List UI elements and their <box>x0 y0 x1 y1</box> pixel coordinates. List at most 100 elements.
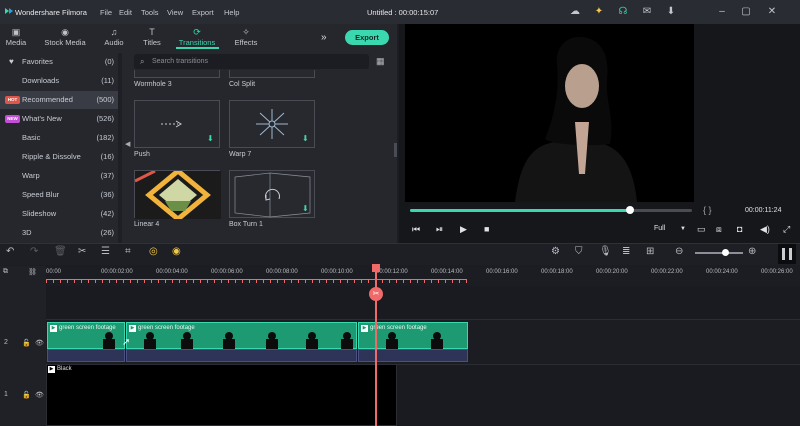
menu-help[interactable]: Help <box>224 8 239 17</box>
quality-select[interactable]: Full <box>654 225 665 232</box>
black-clip[interactable] <box>46 364 397 426</box>
category-warp[interactable]: Warp (37) <box>0 167 118 185</box>
cloud-icon[interactable]: ☁ <box>569 6 581 18</box>
microphone-icon[interactable]: 🎙 <box>599 246 612 257</box>
category-label: What's New <box>22 114 62 123</box>
transition-thumb-warp-7[interactable]: ⬇ <box>229 100 315 148</box>
minimize-icon[interactable]: – <box>716 6 728 18</box>
volume-icon[interactable]: ◀) <box>760 224 770 235</box>
play-icon[interactable]: ▶ <box>460 224 467 235</box>
category-slideshow[interactable]: Slideshow (42) <box>0 205 118 223</box>
snapshot-icon[interactable]: ⧈ <box>716 224 722 235</box>
category-favorites[interactable]: ♥ Favorites (0) <box>0 53 118 71</box>
zoom-out-icon[interactable]: ⊖ <box>675 246 683 257</box>
menu-view[interactable]: View <box>167 8 183 17</box>
render-icon[interactable]: ⚙ <box>551 246 560 257</box>
expand-icon[interactable]: » <box>321 32 327 43</box>
split-scissor-icon[interactable]: ✂ <box>369 287 383 301</box>
playback-scrubber[interactable] <box>625 206 634 214</box>
category-whats-new[interactable]: NEW What's New (526) <box>0 110 118 128</box>
close-icon[interactable]: ✕ <box>766 6 778 18</box>
speed-icon[interactable]: ◎ <box>149 246 158 257</box>
message-icon[interactable]: ✉ <box>641 6 653 18</box>
stop-icon[interactable]: ■ <box>484 224 489 234</box>
tab-stock-media[interactable]: ◉ Stock Media <box>42 27 88 47</box>
clip-title: Black <box>57 366 72 372</box>
zoom-in-icon[interactable]: ⊕ <box>748 246 756 257</box>
clip-thumbnails <box>103 332 443 349</box>
menu-edit[interactable]: Edit <box>119 8 132 17</box>
collapse-arrow-icon[interactable]: ◀ <box>125 140 130 148</box>
ruler-tick-label: 00:00:10:00 <box>321 269 353 275</box>
fullscreen-icon[interactable]: ⤢ <box>783 224 790 235</box>
mouse-cursor-icon: ➚ <box>122 337 131 348</box>
zoom-slider[interactable] <box>695 252 743 254</box>
chevron-down-icon[interactable]: ▼ <box>680 226 686 232</box>
marker-icon[interactable]: ⛉ <box>575 246 583 257</box>
snap-icon[interactable]: ⊞ <box>646 246 654 257</box>
bulb-icon[interactable]: ✦ <box>593 6 605 18</box>
play-reverse-icon[interactable]: ⏯ <box>436 224 443 235</box>
search-box[interactable]: ⌕ Search transitions <box>134 54 369 69</box>
export-button[interactable]: Export <box>345 30 389 45</box>
ruler-tick-label: 00:00:04:00 <box>156 269 188 275</box>
lock-icon[interactable]: 🔓 <box>22 339 31 347</box>
previous-frame-icon[interactable]: ⏮ <box>412 224 420 235</box>
track-number: 2 <box>4 339 8 346</box>
headset-icon[interactable]: ☊ <box>617 6 629 18</box>
mixer-icon[interactable]: ≣ <box>622 246 630 257</box>
mark-in-out[interactable]: { } <box>703 205 712 215</box>
tab-transitions[interactable]: ⟳ Transitions <box>172 27 222 47</box>
download-icon[interactable]: ⬇ <box>665 6 677 18</box>
download-icon[interactable]: ⬇ <box>302 205 310 213</box>
transition-name: Linear 4 <box>134 221 160 228</box>
library-scrollbar[interactable] <box>394 143 397 157</box>
playhead-handle[interactable] <box>372 264 380 272</box>
link-icon[interactable]: ⛓ <box>28 268 37 276</box>
category-speed-blur[interactable]: Speed Blur (36) <box>0 186 118 204</box>
category-label: 3D <box>22 228 32 237</box>
add-track-icon[interactable]: ⧉ <box>3 268 8 276</box>
cut-icon[interactable]: ✂ <box>78 246 86 257</box>
category-3d[interactable]: 3D (26) <box>0 224 118 242</box>
eye-icon[interactable]: 👁 <box>35 339 44 347</box>
transition-thumb-wormhole-3[interactable] <box>134 70 220 78</box>
maximize-icon[interactable]: ▢ <box>740 6 752 18</box>
menu-tools[interactable]: Tools <box>141 8 159 17</box>
transition-thumb-push[interactable]: ⬇ <box>134 100 220 148</box>
search-input[interactable]: Search transitions <box>152 58 208 65</box>
download-icon[interactable] <box>207 70 215 78</box>
adjust-icon[interactable]: ☰ <box>101 246 110 257</box>
transition-thumb-linear-4[interactable] <box>134 170 221 219</box>
category-downloads[interactable]: Downloads (11) <box>0 72 118 90</box>
tab-media[interactable]: ▣ Media <box>0 27 36 47</box>
category-recommended[interactable]: HOT Recommended (500) <box>0 91 118 109</box>
category-basic[interactable]: Basic (182) <box>0 129 118 147</box>
lock-icon[interactable]: 🔓 <box>22 391 31 399</box>
redo-icon[interactable]: ↷ <box>30 246 38 257</box>
monitor-icon[interactable]: ▭ <box>697 224 706 235</box>
delete-icon[interactable]: 🗑 <box>54 246 67 257</box>
transition-thumb-box-turn-1[interactable]: ⬇ <box>229 170 315 218</box>
menu-export[interactable]: Export <box>192 8 214 17</box>
grid-view-icon[interactable]: ▦ <box>376 56 385 67</box>
panel-toggle-icon[interactable] <box>778 244 796 264</box>
category-ripple-dissolve[interactable]: Ripple & Dissolve (16) <box>0 148 118 166</box>
download-icon[interactable]: ⬇ <box>207 135 215 143</box>
menu-file[interactable]: File <box>100 8 112 17</box>
folder-icon: ▣ <box>11 27 21 37</box>
tab-audio[interactable]: ♫ Audio <box>94 27 134 47</box>
eye-icon[interactable]: 👁 <box>35 391 44 399</box>
ai-icon[interactable]: ◉ <box>172 246 181 257</box>
tab-effects[interactable]: ✧ Effects <box>226 27 266 47</box>
download-icon[interactable]: ⬇ <box>302 135 310 143</box>
category-label: Recommended <box>22 95 73 104</box>
tab-titles[interactable]: T Titles <box>132 27 172 47</box>
transition-thumb-col-split[interactable] <box>229 70 315 78</box>
category-count: (526) <box>96 114 114 123</box>
undo-icon[interactable]: ↶ <box>6 246 14 257</box>
category-scrollbar[interactable] <box>118 53 122 243</box>
crop-icon[interactable]: ⌗ <box>125 246 131 257</box>
zoom-slider-knob[interactable] <box>722 249 729 256</box>
camera-icon[interactable]: ◘ <box>737 224 742 234</box>
